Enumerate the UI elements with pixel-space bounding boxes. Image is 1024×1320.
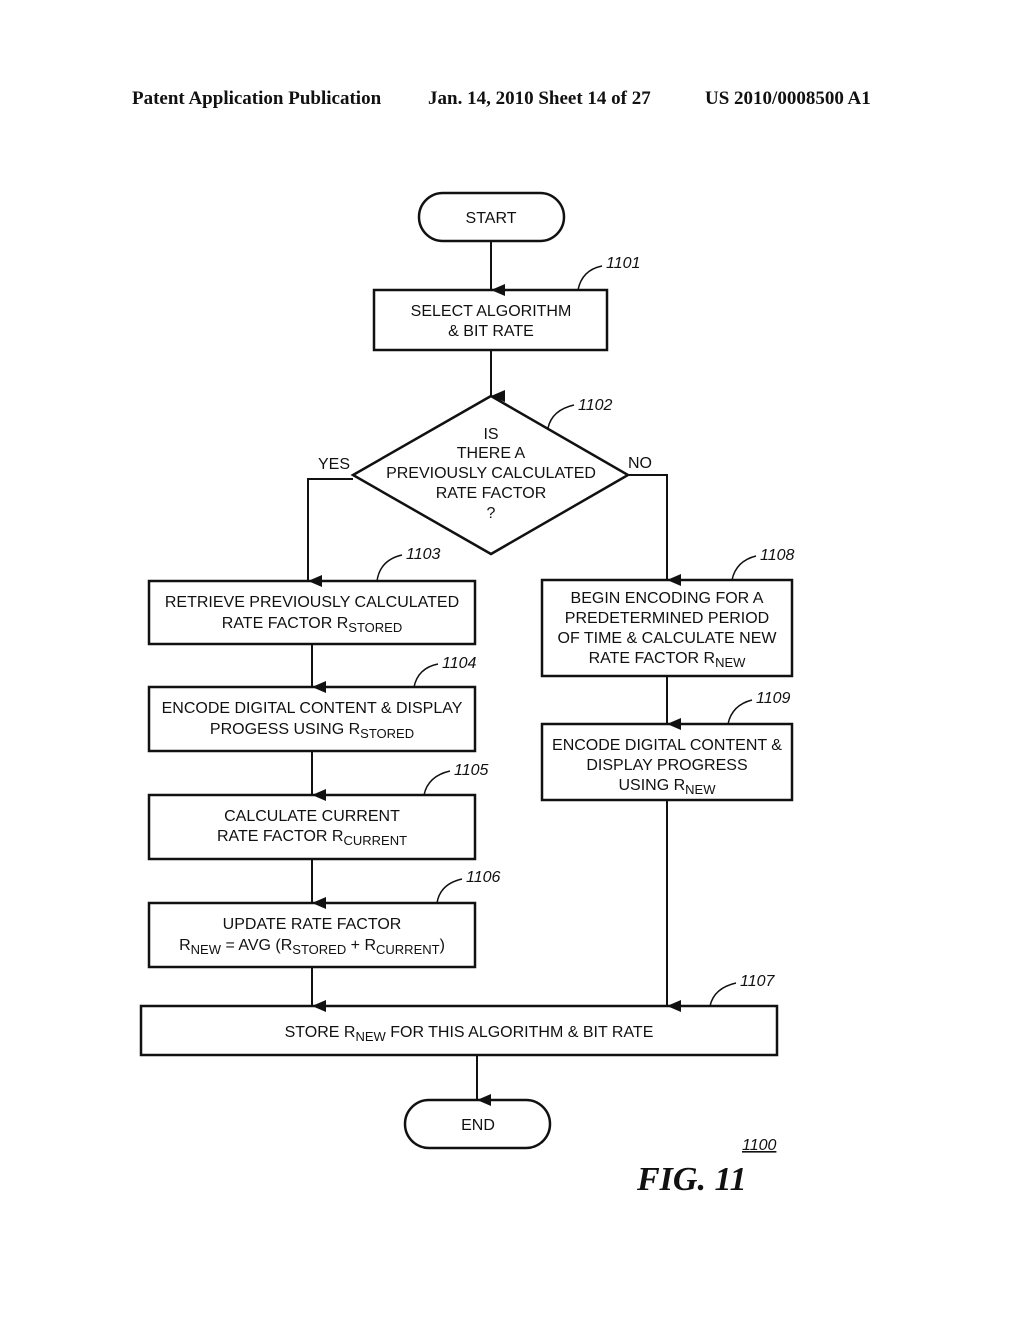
ref-1106: 1106 [466,869,501,886]
box-1109-line-3: USING RNEW [618,777,716,797]
subscript-stored: STORED [360,726,414,741]
subscript-new: NEW [685,782,716,797]
decision-line-3: PREVIOUSLY CALCULATED [386,465,596,482]
leader-1106 [436,878,463,904]
box-1108-line-2: PREDETERMINED PERIOD [565,610,769,627]
box-1107-text: STORE RNEW FOR THIS ALGORITHM & BIT RATE [285,1024,654,1044]
formula-avg: = AVG (R [221,937,292,954]
box-1101 [372,288,609,352]
subscript-new: NEW [715,655,746,670]
subscript-new: NEW [191,942,222,957]
ref-1103: 1103 [406,546,441,563]
formula-r: R [179,937,191,954]
arrow-no-1108 [628,474,681,586]
box-1105 [147,793,477,861]
formula-close: ) [440,937,445,954]
box-1106 [147,901,477,969]
leader-1107 [709,982,737,1007]
leader-1101 [577,265,603,291]
box-1105-line-2-main: RATE FACTOR R [217,828,344,845]
box-1104-line-1: ENCODE DIGITAL CONTENT & DISPLAY [162,700,463,717]
box-1105-line-1: CALCULATE CURRENT [224,808,400,825]
yes-label: YES [318,456,350,473]
figure-label: FIG. 11 [636,1161,747,1198]
decision-line-4: RATE FACTOR [436,485,547,502]
ref-1104: 1104 [442,655,477,672]
subscript-new: NEW [355,1029,386,1044]
leader-1105 [423,770,451,796]
leader-1102 [547,404,575,429]
ref-1109: 1109 [756,690,791,707]
box-1107-pre: STORE R [285,1024,356,1041]
box-1101-line-2: & BIT RATE [448,323,534,340]
leader-1108 [731,555,757,581]
decision-line-5: ? [487,505,496,522]
decision-line-1: IS [483,426,498,443]
leader-1109 [727,699,753,725]
box-1108-line-4-main: RATE FACTOR R [589,650,716,667]
subscript-stored: STORED [292,942,346,957]
box-1105-line-2: RATE FACTOR RCURRENT [217,828,407,848]
box-1103-line-1: RETRIEVE PREVIOUSLY CALCULATED [165,594,459,611]
flowchart: START 1101 SELECT ALGORITHM & BIT RATE 1… [139,191,795,1198]
box-1109-line-3-main: USING R [618,777,685,794]
start-label: START [466,210,517,227]
box-1103-line-2: RATE FACTOR RSTORED [222,615,402,635]
subscript-current: CURRENT [376,942,440,957]
box-1103-line-2-main: RATE FACTOR R [222,615,349,632]
no-label: NO [628,455,652,472]
decision-line-2: THERE A [457,445,526,462]
box-1108-line-1: BEGIN ENCODING FOR A [571,590,764,607]
ref-1108: 1108 [760,547,795,564]
ref-1105: 1105 [454,762,489,779]
box-1103 [147,579,477,646]
box-1109-line-1: ENCODE DIGITAL CONTENT & [552,737,782,754]
box-1109-line-2: DISPLAY PROGRESS [586,757,747,774]
formula-plus: + R [346,937,376,954]
box-1106-line-1: UPDATE RATE FACTOR [223,916,402,933]
ref-1101: 1101 [606,255,640,272]
box-1104-line-2: PROGESS USING RSTORED [210,721,414,741]
box-1108-line-3: OF TIME & CALCULATE NEW [558,630,778,647]
arrow-yes-1103 [307,478,353,587]
leader-1103 [376,554,403,582]
ref-1107: 1107 [740,973,776,990]
figure-ref-1100: 1100 [742,1137,777,1154]
end-label: END [461,1117,495,1134]
box-1104 [147,685,477,753]
subscript-stored: STORED [348,620,402,635]
box-1106-formula: RNEW = AVG (RSTORED + RCURRENT) [179,937,445,957]
ref-1102: 1102 [578,397,613,414]
box-1104-line-2-main: PROGESS USING R [210,721,360,738]
box-1107-post: FOR THIS ALGORITHM & BIT RATE [386,1024,654,1041]
subscript-current: CURRENT [343,833,407,848]
box-1108-line-4: RATE FACTOR RNEW [589,650,747,670]
box-1101-line-1: SELECT ALGORITHM [411,303,572,320]
leader-1104 [413,663,439,688]
